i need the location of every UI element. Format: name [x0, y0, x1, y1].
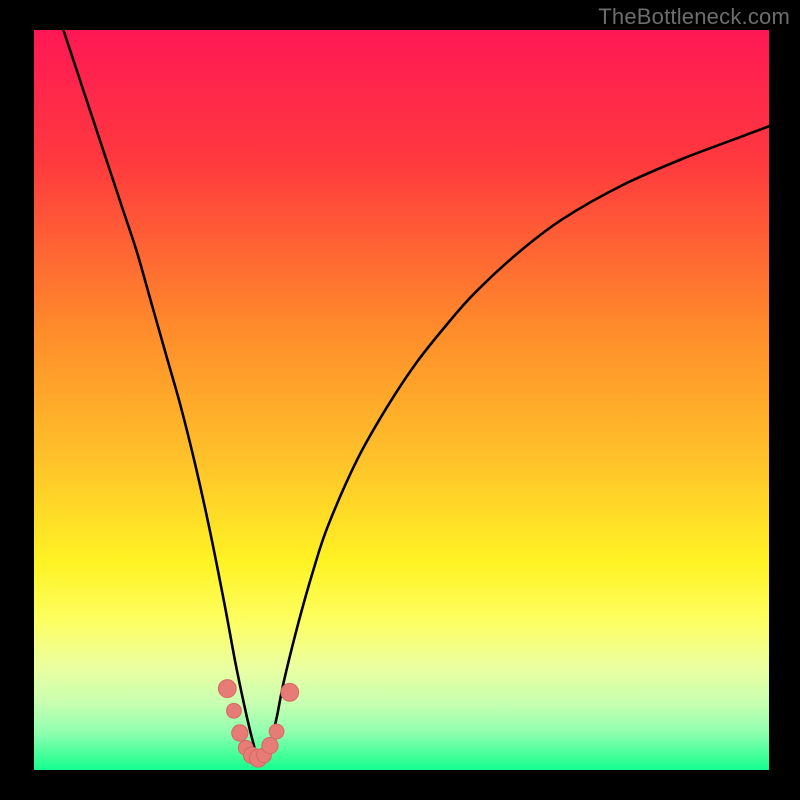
curve-marker	[262, 737, 278, 753]
curve-marker	[218, 680, 236, 698]
curve-markers	[218, 680, 298, 767]
curve-marker	[269, 724, 284, 739]
chart-frame: TheBottleneck.com	[0, 0, 800, 800]
plot-area	[34, 30, 769, 770]
curve-marker	[281, 683, 299, 701]
curve-layer	[34, 30, 769, 770]
bottleneck-curve	[63, 30, 769, 760]
watermark-text: TheBottleneck.com	[598, 4, 790, 30]
curve-marker	[232, 725, 248, 741]
curve-marker	[227, 703, 242, 718]
